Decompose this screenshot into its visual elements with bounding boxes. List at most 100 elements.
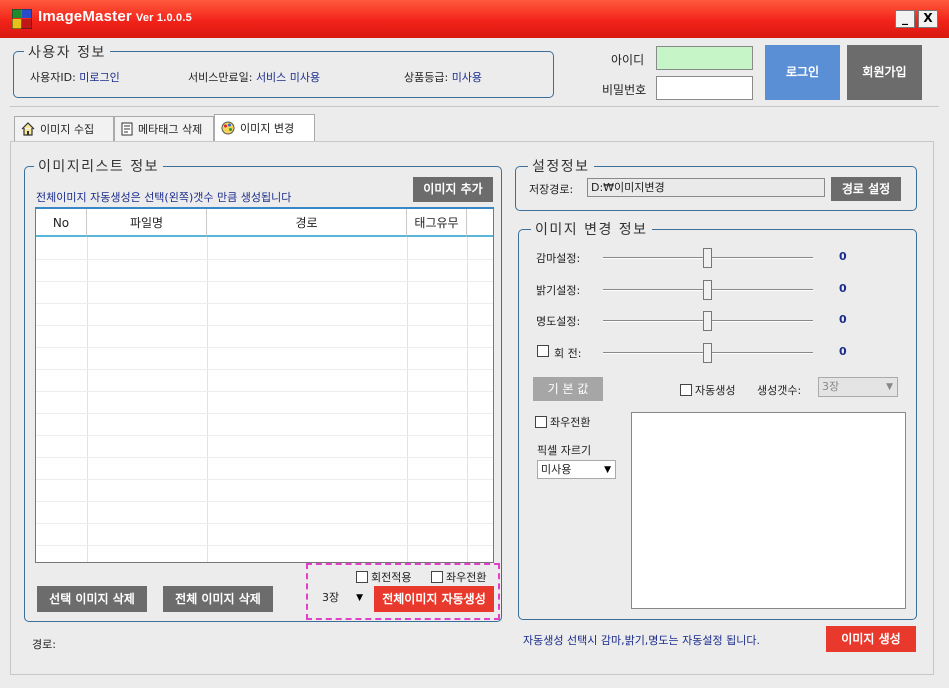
flip-lr-check[interactable] [431,571,443,583]
separator [10,106,939,107]
grid-line [207,237,208,562]
id-label: 아이디 [611,53,645,67]
grid-line [36,413,493,414]
add-image-button[interactable]: 이미지 추가 [413,177,493,202]
tab-image-change[interactable]: 이미지 변경 [214,114,315,141]
save-path-label: 저장경로: [529,183,574,196]
slider-label: 밝기설정: [536,283,581,297]
delete-all-button[interactable]: 전체 이미지 삭제 [163,586,273,612]
app-logo-icon [12,9,32,29]
rotate-checkbox[interactable] [537,344,549,357]
id-input[interactable] [656,46,753,70]
service-expiry-value: 서비스 미사용 [255,71,321,84]
auto-generate-label: 자동생성 [695,384,736,397]
flip-check[interactable] [535,416,547,428]
image-change-title: 이미지 변경 정보 [531,219,652,239]
grid-line [87,237,88,562]
rotate-apply-label: 회전적용 [371,571,412,584]
flip-label: 좌우전환 [550,416,591,429]
generate-image-button[interactable]: 이미지 생성 [826,626,916,652]
password-input[interactable] [656,76,753,100]
service-expiry-label: 서비스만료일: [188,71,253,84]
grid-line [36,281,493,282]
footer-notice: 자동생성 선택시 감마,밝기,명도는 자동설정 됩니다. [523,634,760,647]
grid-line [36,501,493,502]
close-button[interactable]: X [918,10,938,28]
auto-generate-all-button[interactable]: 전체이미지 자동생성 [374,586,494,612]
slider-value: 0 [839,313,847,326]
auto-generate-check[interactable] [680,384,692,396]
settings-title: 설정정보 [528,156,594,176]
grid-line [467,237,468,562]
tab-metatag-delete[interactable]: 메타태그 삭제 [114,116,214,141]
grid-line [36,391,493,392]
user-id-label: 사용자ID: [30,71,76,84]
slider-thumb[interactable] [703,248,712,268]
home-icon [21,122,35,136]
save-path-input[interactable]: D:₩이미지변경 [587,178,825,197]
grid-line [36,369,493,370]
flip-lr-checkbox[interactable]: 좌우전환 [431,569,486,585]
slider-value: 0 [839,344,847,358]
grid-line [36,259,493,260]
grid-line [36,457,493,458]
slider-value: 0 [839,250,847,263]
user-id-row: 사용자ID: 미로그인 [30,69,120,85]
tab-metatag-delete-label: 메타태그 삭제 [138,123,203,136]
column-header-filename[interactable]: 파일명 [87,209,207,237]
default-button[interactable]: 기 본 값 [533,377,603,401]
user-info-title: 사용자 정보 [24,42,110,62]
slider-value: 0 [839,281,847,295]
grid-line [36,523,493,524]
grid-line [36,435,493,436]
auto-generate-notice: 전체이미지 자동생성은 선택(왼쪽)갯수 만큼 생성됩니다 [36,191,292,204]
slider-thumb[interactable] [703,279,712,300]
column-header-no[interactable]: No [36,209,87,237]
set-path-button[interactable]: 경로 설정 [831,177,901,201]
document-icon [121,122,133,136]
grid-line [36,545,493,546]
slider-label: 회 전: [554,346,582,360]
signup-button[interactable]: 회원가입 [847,45,922,100]
path-label: 경로: [32,638,56,651]
image-list-title: 이미지리스트 정보 [34,156,163,176]
chevron-down-icon: ▼ [886,382,893,392]
minimize-button[interactable]: _ [895,10,915,28]
rotate-apply-checkbox[interactable]: 회전적용 [356,569,411,585]
product-grade-value: 미사용 [451,71,483,84]
pixel-crop-value: 미사용 [541,463,572,476]
column-header-path[interactable]: 경로 [207,209,407,237]
image-list-table[interactable]: No 파일명 경로 태그유무 [35,207,494,563]
column-header-spacer [467,209,493,237]
generate-count-label: 생성갯수: [757,384,802,397]
grid-line [36,479,493,480]
user-id-value: 미로그인 [79,71,120,84]
count-select-value: 3장 [322,591,340,604]
count-select[interactable]: 3장 ▼ [319,589,367,609]
slider-label: 명도설정: [536,315,581,328]
grid-line [36,325,493,326]
app-name: ImageMaster [38,8,132,25]
column-header-tag[interactable]: 태그유무 [407,209,467,237]
image-preview [631,412,906,609]
grid-line [407,237,408,562]
rotate-apply-check[interactable] [356,571,368,583]
delete-selected-button[interactable]: 선택 이미지 삭제 [37,586,147,612]
flip-lr-label: 좌우전환 [446,571,487,584]
app-title: ImageMaster Ver 1.0.0.5 [38,8,192,25]
chevron-down-icon: ▼ [604,465,611,475]
auto-generate-checkbox[interactable]: 자동생성 [680,382,735,398]
product-grade-label: 상품등급: [404,71,449,84]
pixel-crop-select[interactable]: 미사용 ▼ [537,460,616,479]
login-button[interactable]: 로그인 [765,45,840,100]
chevron-down-icon: ▼ [356,593,363,603]
product-grade-row: 상품등급: 미사용 [404,69,482,85]
slider-thumb[interactable] [703,342,712,363]
tab-image-collect-label: 이미지 수집 [40,123,95,136]
generate-count-select[interactable]: 3장 ▼ [818,377,898,397]
slider-thumb[interactable] [703,311,712,331]
pixel-crop-label: 픽셀 자르기 [537,444,592,457]
palette-icon [221,121,235,135]
flip-checkbox[interactable]: 좌우전환 [535,414,590,430]
tab-image-collect[interactable]: 이미지 수집 [14,116,114,141]
